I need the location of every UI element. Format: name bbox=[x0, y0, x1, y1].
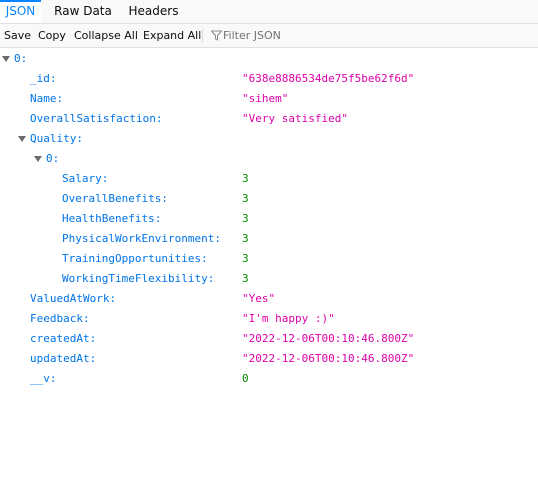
tree-row-salary[interactable]: Salary: 3 bbox=[0, 169, 538, 189]
json-value-string: "sihem" bbox=[242, 92, 289, 105]
tree-row-physical-work-environment[interactable]: PhysicalWorkEnvironment: 3 bbox=[0, 229, 538, 249]
tree-row-valued-at-work[interactable]: ValuedAtWork: "Yes" bbox=[0, 289, 538, 309]
json-value-string: "2022-12-06T00:10:46.800Z" bbox=[242, 352, 415, 365]
json-value-string: "Very satisfied" bbox=[242, 112, 348, 125]
tree-row-working-time-flexibility[interactable]: WorkingTimeFlexibility: 3 bbox=[0, 269, 538, 289]
json-value-string: "2022-12-06T00:10:46.800Z" bbox=[242, 332, 415, 345]
expand-arrow-icon[interactable] bbox=[18, 136, 26, 142]
tree-row-quality-item[interactable]: 0: bbox=[0, 149, 538, 169]
json-key: ValuedAtWork: bbox=[30, 292, 117, 305]
json-key: OverallBenefits: bbox=[62, 192, 168, 205]
expand-arrow-icon[interactable] bbox=[2, 56, 10, 62]
tree-row-name[interactable]: Name: "sihem" bbox=[0, 89, 538, 109]
tab-headers[interactable]: Headers bbox=[124, 0, 183, 23]
tab-raw-data[interactable]: Raw Data bbox=[50, 0, 116, 23]
json-key: _id: bbox=[30, 72, 57, 85]
json-key: __v: bbox=[30, 372, 57, 385]
tree-row-quality[interactable]: Quality: bbox=[0, 129, 538, 149]
tree-row-feedback[interactable]: Feedback: "I'm happy :)" bbox=[0, 309, 538, 329]
toolbar-separator bbox=[202, 29, 203, 42]
json-value-string: "638e8886534de75f5be62f6d" bbox=[242, 72, 415, 85]
collapse-all-button[interactable]: Collapse All bbox=[74, 24, 138, 47]
copy-button[interactable]: Copy bbox=[38, 24, 66, 47]
filter-icon bbox=[211, 30, 222, 41]
json-value-string: "Yes" bbox=[242, 292, 276, 305]
tree-row-health-benefits[interactable]: HealthBenefits: 3 bbox=[0, 209, 538, 229]
tree-row-version[interactable]: __v: 0 bbox=[0, 369, 538, 389]
tree-row-training-opportunities[interactable]: TrainingOpportunities: 3 bbox=[0, 249, 538, 269]
tab-json[interactable]: JSON bbox=[0, 0, 41, 23]
tree-row-created-at[interactable]: createdAt: "2022-12-06T00:10:46.800Z" bbox=[0, 329, 538, 349]
json-value-number: 3 bbox=[242, 232, 249, 245]
tree-row-overall-benefits[interactable]: OverallBenefits: 3 bbox=[0, 189, 538, 209]
save-button[interactable]: Save bbox=[4, 24, 31, 47]
json-value-number: 3 bbox=[242, 212, 249, 225]
json-key: updatedAt: bbox=[30, 352, 97, 365]
json-value-string: "I'm happy :)" bbox=[242, 312, 335, 325]
expand-arrow-icon[interactable] bbox=[34, 156, 42, 162]
tree-row-id[interactable]: _id: "638e8886534de75f5be62f6d" bbox=[0, 69, 538, 89]
json-value-number: 3 bbox=[242, 172, 249, 185]
toolbar: Save Copy Collapse All Expand All bbox=[0, 24, 538, 48]
tree-row-root[interactable]: 0: bbox=[0, 49, 538, 69]
expand-all-button[interactable]: Expand All bbox=[143, 24, 201, 47]
json-key: Feedback: bbox=[30, 312, 90, 325]
json-key: createdAt: bbox=[30, 332, 97, 345]
filter-box[interactable] bbox=[207, 24, 407, 47]
json-value-number: 0 bbox=[242, 372, 249, 385]
json-key: PhysicalWorkEnvironment: bbox=[62, 232, 221, 245]
json-key: Quality: bbox=[30, 132, 83, 145]
tree-row-updated-at[interactable]: updatedAt: "2022-12-06T00:10:46.800Z" bbox=[0, 349, 538, 369]
json-key: OverallSatisfaction: bbox=[30, 112, 163, 125]
json-key: Salary: bbox=[62, 172, 109, 185]
json-key: Name: bbox=[30, 92, 64, 105]
json-value-number: 3 bbox=[242, 192, 249, 205]
json-value-number: 3 bbox=[242, 272, 249, 285]
json-key: TrainingOpportunities: bbox=[62, 252, 208, 265]
json-key: HealthBenefits: bbox=[62, 212, 162, 225]
tab-bar: JSON Raw Data Headers bbox=[0, 0, 538, 24]
json-value-number: 3 bbox=[242, 252, 249, 265]
json-key: 0: bbox=[14, 52, 28, 65]
json-key: WorkingTimeFlexibility: bbox=[62, 272, 215, 285]
filter-input[interactable] bbox=[223, 27, 393, 43]
json-key: 0: bbox=[46, 152, 60, 165]
tree-row-overall-satisfaction[interactable]: OverallSatisfaction: "Very satisfied" bbox=[0, 109, 538, 129]
